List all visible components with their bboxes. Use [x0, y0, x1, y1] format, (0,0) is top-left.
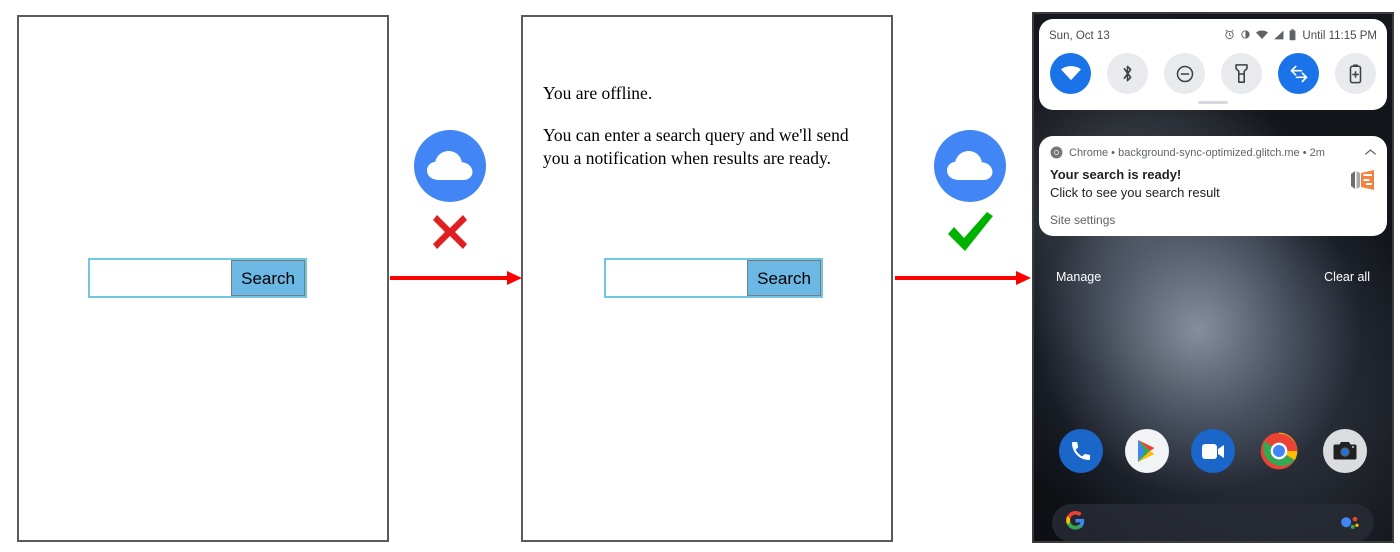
panel-offline-app: Search: [17, 15, 389, 542]
arrow-shaft: [390, 276, 509, 280]
notification-source: Chrome • background-sync-optimized.glitc…: [1069, 146, 1325, 159]
chrome-icon[interactable]: [1257, 429, 1301, 473]
panel-offline-message: You are offline. You can enter a search …: [521, 15, 893, 542]
signal-icon: [1273, 30, 1284, 43]
cloud-icon: [934, 130, 1006, 202]
search-input[interactable]: [90, 260, 232, 296]
search-widget: Search: [88, 258, 307, 298]
status-bar: Sun, Oct 13 Until 11:15 PM: [1049, 28, 1377, 44]
connectivity-badge-offline: [404, 130, 496, 258]
status-bar-icons: Until 11:15 PM: [1224, 28, 1377, 44]
status-bar-date: Sun, Oct 13: [1049, 30, 1110, 42]
notification-body: Your search is ready! Click to see you s…: [1050, 166, 1376, 201]
notification-card[interactable]: Chrome • background-sync-optimized.glitc…: [1039, 136, 1387, 237]
qs-tile-bluetooth[interactable]: [1107, 53, 1148, 94]
chrome-icon: [1050, 146, 1063, 159]
glitch-logo-icon: [1350, 168, 1376, 197]
google-search-bar[interactable]: [1052, 504, 1374, 541]
play-store-icon[interactable]: [1125, 429, 1169, 473]
qs-tile-do-not-disturb[interactable]: [1164, 53, 1205, 94]
chevron-up-icon[interactable]: [1365, 147, 1376, 159]
search-input[interactable]: [606, 260, 748, 296]
video-call-icon[interactable]: [1191, 429, 1235, 473]
quick-settings-shade: Sun, Oct 13 Until 11:15 PM: [1039, 19, 1387, 110]
offline-message-line-1: You are offline.: [543, 83, 653, 103]
home-screen-dock: [1034, 429, 1392, 473]
wifi-icon: [1256, 30, 1269, 43]
cloud-icon: [414, 130, 486, 202]
shade-drag-handle[interactable]: [1198, 101, 1228, 104]
search-button[interactable]: Search: [747, 260, 821, 296]
offline-message-line-2: You can enter a search query and we'll s…: [543, 125, 849, 169]
qs-tile-battery-saver[interactable]: [1335, 53, 1376, 94]
notification-subtitle: Click to see you search result: [1050, 184, 1220, 200]
search-widget: Search: [604, 258, 823, 298]
arrow-shaft: [895, 276, 1018, 280]
notification-header: Chrome • background-sync-optimized.glitc…: [1050, 146, 1376, 159]
connectivity-badge-online: [924, 130, 1016, 258]
clear-all-button[interactable]: Clear all: [1324, 270, 1370, 284]
shade-footer: Manage Clear all: [1034, 259, 1392, 295]
alarm-icon: [1224, 29, 1235, 43]
check-icon: [924, 206, 1016, 258]
notification-text: Your search is ready! Click to see you s…: [1050, 166, 1342, 201]
qs-tile-flashlight[interactable]: [1221, 53, 1262, 94]
battery-icon: [1289, 28, 1296, 44]
arrow-head: [507, 271, 522, 285]
google-assistant-icon[interactable]: [1340, 515, 1360, 531]
google-g-icon: [1066, 511, 1085, 535]
qs-tile-auto-rotate[interactable]: [1278, 53, 1319, 94]
search-button[interactable]: Search: [231, 260, 305, 296]
qs-tile-wifi[interactable]: [1050, 53, 1091, 94]
camera-icon[interactable]: [1323, 429, 1367, 473]
site-settings-button[interactable]: Site settings: [1050, 213, 1376, 227]
flow-arrow-1: [390, 270, 522, 286]
notification-title: Your search is ready!: [1050, 167, 1182, 182]
flow-arrow-2: [895, 270, 1031, 286]
phone-icon[interactable]: [1059, 429, 1103, 473]
manage-button[interactable]: Manage: [1056, 270, 1101, 284]
cross-icon: [404, 206, 496, 258]
brightness-icon: [1240, 29, 1251, 43]
quick-settings-tiles: [1049, 53, 1377, 94]
arrow-head: [1016, 271, 1031, 285]
android-phone-screenshot: Sun, Oct 13 Until 11:15 PM Chrome • back…: [1032, 12, 1394, 543]
battery-until-label: Until 11:15 PM: [1302, 30, 1377, 42]
offline-message-block: You are offline. You can enter a search …: [543, 82, 873, 170]
